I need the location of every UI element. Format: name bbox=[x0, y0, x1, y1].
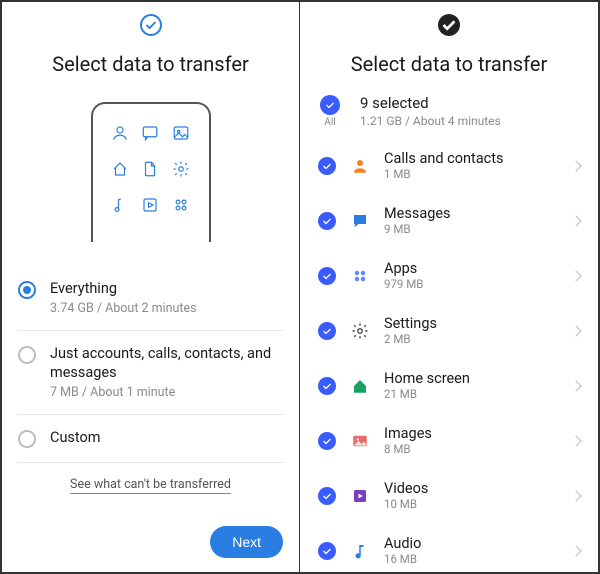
category-row[interactable]: Home screen 21 MB bbox=[300, 358, 598, 413]
apps-grid-icon bbox=[172, 196, 190, 218]
option-everything[interactable]: Everything 3.74 GB / About 2 minutes bbox=[18, 266, 283, 331]
category-size: 10 MB bbox=[384, 497, 558, 511]
selected-count: 9 selected bbox=[360, 94, 501, 112]
image-icon bbox=[172, 124, 190, 146]
category-size: 21 MB bbox=[384, 387, 558, 401]
summary-subtitle: 1.21 GB / About 4 minutes bbox=[360, 114, 501, 128]
category-title: Videos bbox=[384, 480, 558, 497]
person-icon bbox=[111, 124, 129, 146]
option-title: Just accounts, calls, contacts, and mess… bbox=[50, 345, 283, 383]
category-title: Apps bbox=[384, 260, 558, 277]
screen-select-mode: Select data to transfer Everything 3.74 … bbox=[2, 2, 300, 572]
chevron-right-icon bbox=[570, 380, 581, 391]
category-row[interactable]: Settings 2 MB bbox=[300, 303, 598, 358]
select-all-checkbox[interactable] bbox=[320, 95, 340, 115]
select-all-row[interactable]: All 9 selected 1.21 GB / About 4 minutes bbox=[300, 84, 598, 138]
category-size: 979 MB bbox=[384, 277, 558, 291]
option-basic[interactable]: Just accounts, calls, contacts, and mess… bbox=[18, 331, 283, 415]
category-list: Calls and contacts 1 MB Messages 9 MB Ap… bbox=[300, 138, 598, 572]
message-icon bbox=[350, 211, 370, 231]
transfer-mode-options: Everything 3.74 GB / About 2 minutes Jus… bbox=[2, 266, 299, 492]
home-icon bbox=[350, 376, 370, 396]
page-title-left: Select data to transfer bbox=[52, 52, 248, 76]
all-label: All bbox=[324, 117, 335, 128]
file-icon bbox=[141, 160, 159, 182]
video-icon bbox=[350, 486, 370, 506]
option-title: Custom bbox=[50, 429, 101, 448]
category-row[interactable]: Calls and contacts 1 MB bbox=[300, 138, 598, 193]
cannot-transfer-link[interactable]: See what can't be transferred bbox=[18, 463, 283, 492]
category-row[interactable]: Images 8 MB bbox=[300, 413, 598, 468]
home-icon bbox=[111, 160, 129, 182]
category-title: Audio bbox=[384, 535, 558, 552]
chevron-right-icon bbox=[570, 160, 581, 171]
category-row[interactable]: Audio 16 MB bbox=[300, 523, 598, 572]
radio-button[interactable] bbox=[18, 281, 36, 299]
category-checkbox[interactable] bbox=[318, 487, 336, 505]
radio-button[interactable] bbox=[18, 430, 36, 448]
image-icon bbox=[350, 431, 370, 451]
radio-button[interactable] bbox=[18, 346, 36, 364]
next-button[interactable]: Next bbox=[210, 526, 283, 558]
option-subtitle: 3.74 GB / About 2 minutes bbox=[50, 301, 197, 316]
header-left: Select data to transfer bbox=[2, 2, 299, 84]
category-size: 9 MB bbox=[384, 222, 558, 236]
category-checkbox[interactable] bbox=[318, 212, 336, 230]
category-checkbox[interactable] bbox=[318, 322, 336, 340]
apps-icon bbox=[350, 266, 370, 286]
category-size: 1 MB bbox=[384, 167, 558, 181]
category-checkbox[interactable] bbox=[318, 542, 336, 560]
contact-icon bbox=[350, 156, 370, 176]
link-text: See what can't be transferred bbox=[70, 477, 231, 494]
category-row[interactable]: Videos 10 MB bbox=[300, 468, 598, 523]
category-size: 16 MB bbox=[384, 552, 558, 566]
option-custom[interactable]: Custom bbox=[18, 415, 283, 463]
category-title: Messages bbox=[384, 205, 558, 222]
chevron-right-icon bbox=[570, 325, 581, 336]
screen-select-categories: Select data to transfer All 9 selected 1… bbox=[300, 2, 598, 572]
category-title: Images bbox=[384, 425, 558, 442]
chevron-right-icon bbox=[570, 435, 581, 446]
category-checkbox[interactable] bbox=[318, 267, 336, 285]
chevron-right-icon bbox=[570, 545, 581, 556]
category-checkbox[interactable] bbox=[318, 157, 336, 175]
chevron-right-icon bbox=[570, 215, 581, 226]
check-circle-outline-icon bbox=[140, 14, 162, 36]
category-title: Home screen bbox=[384, 370, 558, 387]
category-checkbox[interactable] bbox=[318, 432, 336, 450]
gear-icon bbox=[350, 321, 370, 341]
chevron-right-icon bbox=[570, 490, 581, 501]
check-circle-filled-icon bbox=[438, 14, 460, 36]
music-icon bbox=[111, 196, 129, 218]
phone-illustration bbox=[2, 84, 299, 266]
play-icon bbox=[141, 196, 159, 218]
category-row[interactable]: Apps 979 MB bbox=[300, 248, 598, 303]
chevron-right-icon bbox=[570, 270, 581, 281]
header-right: Select data to transfer bbox=[300, 2, 598, 84]
category-size: 2 MB bbox=[384, 332, 558, 346]
option-subtitle: 7 MB / About 1 minute bbox=[50, 385, 283, 400]
category-title: Calls and contacts bbox=[384, 150, 558, 167]
audio-icon bbox=[350, 541, 370, 561]
option-title: Everything bbox=[50, 280, 197, 299]
gear-icon bbox=[172, 160, 190, 182]
category-checkbox[interactable] bbox=[318, 377, 336, 395]
chat-icon bbox=[141, 124, 159, 146]
page-title-right: Select data to transfer bbox=[351, 52, 547, 76]
category-size: 8 MB bbox=[384, 442, 558, 456]
category-row[interactable]: Messages 9 MB bbox=[300, 193, 598, 248]
category-title: Settings bbox=[384, 315, 558, 332]
